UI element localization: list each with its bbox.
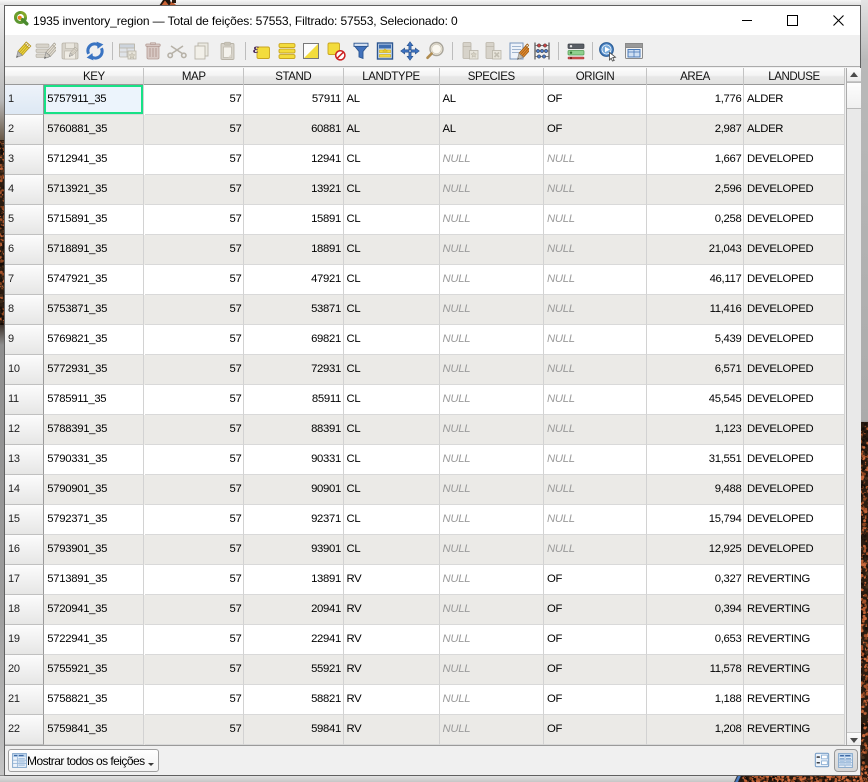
svg-text:ε: ε (253, 42, 259, 57)
